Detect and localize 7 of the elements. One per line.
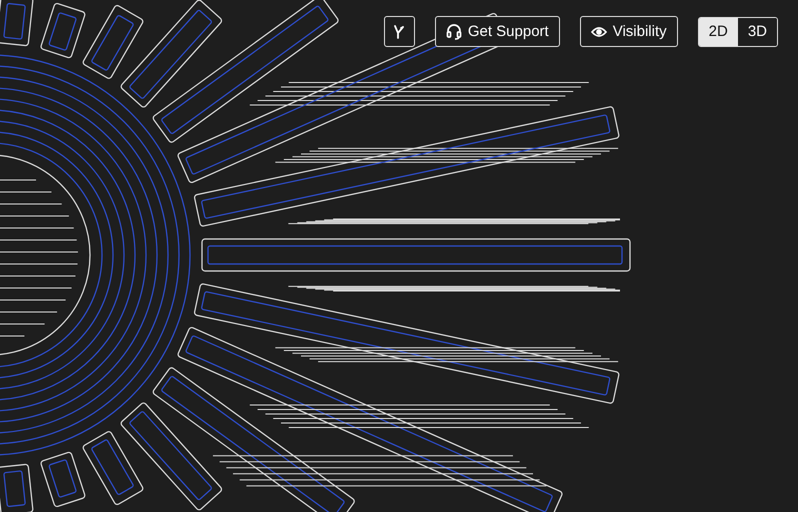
eye-icon <box>590 26 607 38</box>
branch-icon <box>392 24 406 40</box>
headset-icon <box>446 23 462 40</box>
branch-button[interactable] <box>384 16 415 47</box>
visibility-button[interactable]: Visibility <box>580 16 678 47</box>
support-button[interactable]: Get Support <box>434 16 560 47</box>
view-mode-tab[interactable]: 2D <box>698 18 738 46</box>
